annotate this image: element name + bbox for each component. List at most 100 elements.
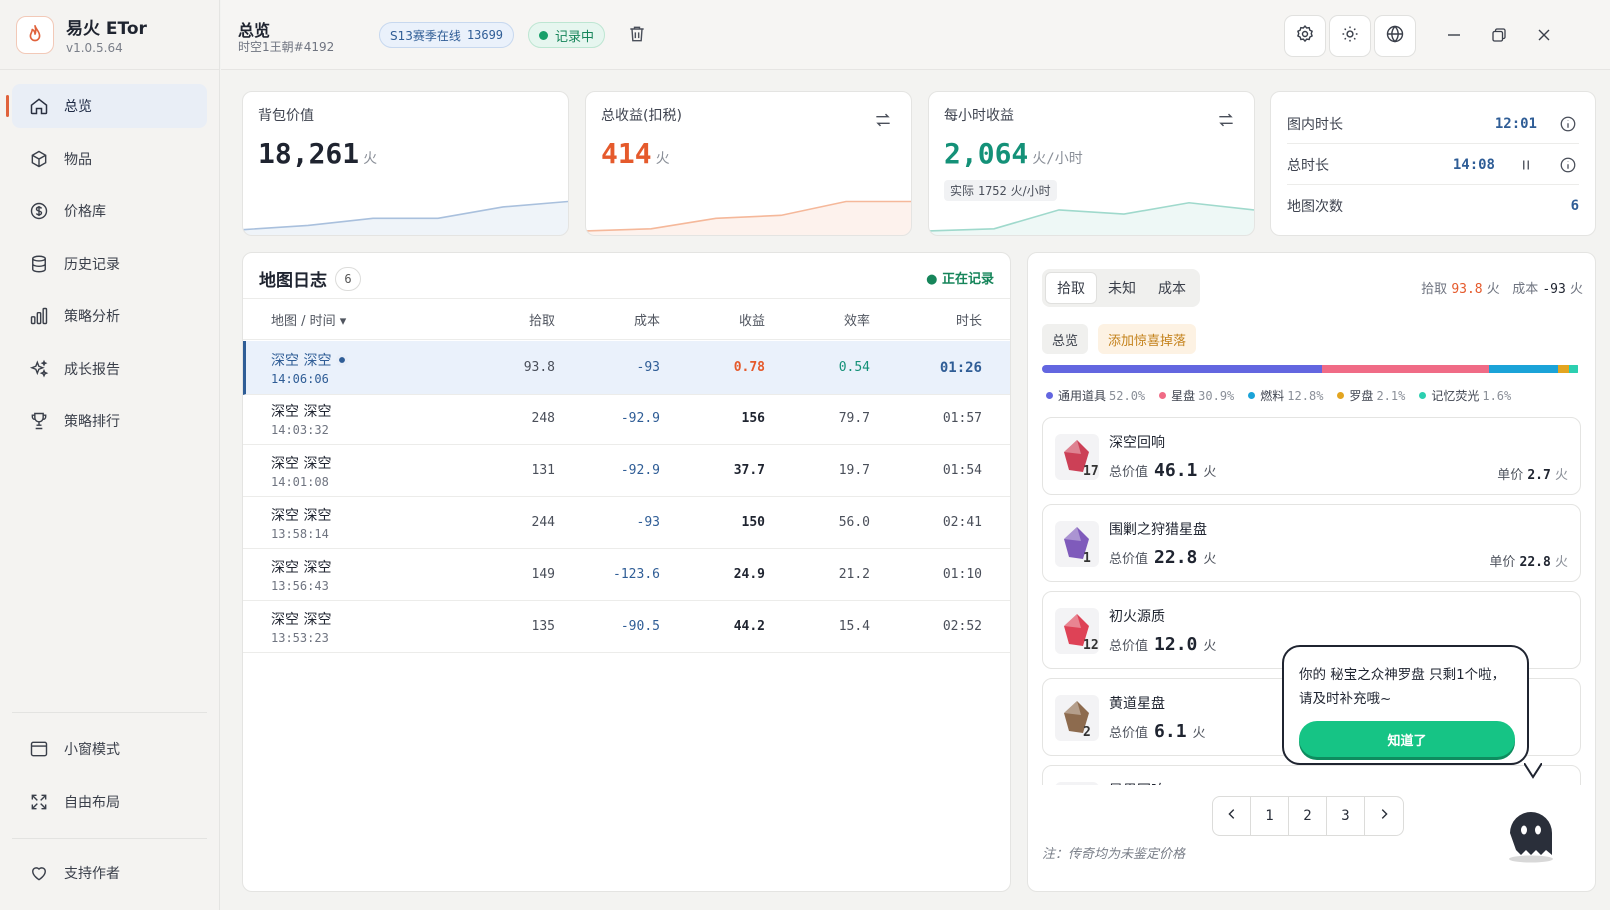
heart-icon (28, 862, 50, 884)
row-time: 14:06:06 (271, 371, 329, 386)
popup-message: 你的 秘宝之众神罗盘 只剩1个啦，请及时补充哦~ (1299, 667, 1506, 707)
sidebar-item-price-db[interactable]: 价格库 (12, 189, 207, 233)
item-unit-price: 单价 22.8 火 (1489, 555, 1568, 570)
category-share-bar (1042, 365, 1581, 373)
sidebar-item-label: 策略排行 (64, 414, 120, 430)
table-row[interactable]: 深空 深空 14:06:06 93.8 -93 0.78 0.54 01:26 (243, 341, 1010, 395)
live-recording-indicator: ● 正在记录 (926, 272, 994, 287)
sidebar-item-items[interactable]: 物品 (12, 137, 207, 181)
page-button[interactable]: 1 (1251, 797, 1289, 835)
item-name: 初火源质 (1109, 609, 1165, 625)
add-surprise-drop-button[interactable]: 添加惊喜掉落 (1098, 324, 1197, 354)
table-row[interactable]: 深空 深空 14:01:08 131 -92.9 37.7 19.7 01:54 (243, 445, 1010, 497)
recording-status-badge[interactable]: 记录中 (528, 22, 606, 48)
legend-dot-icon (1337, 392, 1345, 399)
legend-item: 通用道具 52.0% (1046, 387, 1145, 404)
info-icon[interactable] (1559, 156, 1579, 174)
overview-chip[interactable]: 总览 (1042, 324, 1089, 354)
table-row[interactable]: 深空 深空 13:56:43 149 -123.6 24.9 21.2 01:10 (243, 549, 1010, 601)
hourly-trend-sparkline (929, 201, 1254, 235)
column-header-duration[interactable]: 时长 (956, 299, 982, 339)
column-header-map-time[interactable]: 地图 / 时间 ▾ (271, 299, 346, 339)
ghost-mascot-icon[interactable] (1505, 805, 1557, 863)
info-icon[interactable] (1559, 115, 1579, 133)
swap-icon[interactable] (873, 110, 893, 130)
column-header-cost[interactable]: 成本 (634, 299, 660, 339)
minimize-icon[interactable] (1443, 24, 1465, 46)
table-row[interactable]: 深空 深空 14:03:32 248 -92.9 156 79.7 01:57 (243, 393, 1010, 445)
column-header-efficiency[interactable]: 效率 (844, 299, 870, 339)
item-image-icon (1055, 695, 1099, 741)
gear-icon (1295, 24, 1315, 48)
page-button[interactable]: 3 (1327, 797, 1365, 835)
close-icon[interactable] (1533, 24, 1555, 46)
drop-item-card[interactable]: 17 深空回响 总价值 46.1 火 单价 2.7 火 (1042, 417, 1581, 495)
table-row[interactable]: 深空 深空 13:53:23 135 -90.5 44.2 15.4 02:52 (243, 601, 1010, 653)
row-duration: 02:52 (942, 619, 982, 634)
chevron-left-icon (1225, 807, 1239, 825)
stat-row-map-time: 图内时长 12:01 (1287, 104, 1579, 144)
row-map-name: 深空 深空 (271, 350, 348, 370)
row-map-name: 深空 深空 (271, 611, 332, 628)
row-cost: -93 (636, 360, 660, 375)
sidebar-item-mini-window[interactable]: 小窗模式 (12, 727, 207, 771)
popup-acknowledge-button[interactable]: 知道了 (1299, 721, 1515, 757)
row-time: 13:58:14 (271, 526, 329, 541)
row-pick: 93.8 (523, 360, 555, 375)
sidebar-item-strategy[interactable]: 策略分析 (12, 294, 207, 338)
sidebar-item-label: 物品 (64, 151, 92, 168)
expand-icon (28, 791, 50, 813)
sidebar-item-label: 自由布局 (64, 794, 120, 811)
theme-toggle-button[interactable] (1329, 15, 1371, 57)
sidebar-item-overview[interactable]: 总览 (6, 84, 207, 128)
legend-item: 星盘 30.9% (1159, 387, 1234, 404)
hourly-income-value: 2,064 火/小时 (944, 137, 1083, 170)
flame-logo-icon (16, 15, 54, 54)
column-header-profit[interactable]: 收益 (739, 299, 765, 339)
time-stats-card: 图内时长 12:01 总时长 14:08 地图次数 6 (1270, 91, 1596, 236)
sidebar-nav: 总览 物品 价格库 历史记录 策略分析 成长报告 策略排行 (0, 70, 219, 443)
item-image-icon (1055, 782, 1099, 785)
table-row[interactable]: 深空 深空 13:58:14 244 -93 150 56.0 02:41 (243, 497, 1010, 549)
tab-pickup[interactable]: 拾取 (1045, 272, 1097, 304)
sidebar-item-growth[interactable]: 成长报告 (12, 347, 207, 391)
settings-button[interactable] (1284, 15, 1326, 57)
row-efficiency: 15.4 (838, 619, 870, 634)
tab-cost[interactable]: 成本 (1147, 272, 1197, 304)
stat-row-map-count: 地图次数 6 (1287, 198, 1579, 215)
drop-item-card[interactable]: 1 围剿之狩猎星盘 总价值 22.8 火 单价 22.8 火 (1042, 504, 1581, 582)
drop-item-card[interactable]: 异界回响 (1042, 765, 1581, 785)
row-cost: -92.9 (620, 463, 660, 478)
sidebar-item-ranking[interactable]: 策略排行 (12, 399, 207, 443)
map-time-value: 12:01 (1494, 115, 1537, 132)
price-note: 注：传奇均为未鉴定价格 (1042, 847, 1186, 862)
window-icon (28, 738, 50, 760)
pagination: 1 2 3 (1212, 796, 1404, 836)
language-button[interactable] (1374, 15, 1416, 57)
pause-icon[interactable] (1517, 156, 1537, 174)
row-efficiency: 79.7 (838, 411, 870, 426)
swap-icon[interactable] (1216, 110, 1236, 130)
sidebar-item-history[interactable]: 历史记录 (12, 242, 207, 286)
row-efficiency: 21.2 (838, 567, 870, 582)
sidebar-item-label: 历史记录 (64, 256, 120, 273)
row-cost: -93 (636, 515, 660, 530)
item-quantity: 1 (1083, 551, 1091, 566)
item-unit-price: 单价 2.7 火 (1497, 468, 1568, 483)
tab-unknown[interactable]: 未知 (1097, 272, 1147, 304)
sidebar-bottom: 小窗模式 自由布局 (12, 712, 207, 832)
item-name: 黄道星盘 (1109, 696, 1165, 712)
next-page-button[interactable] (1365, 797, 1403, 835)
item-quantity: 12 (1083, 638, 1099, 653)
trash-icon[interactable] (627, 24, 649, 46)
sidebar-item-free-layout[interactable]: 自由布局 (12, 780, 207, 824)
page-button[interactable]: 2 (1289, 797, 1327, 835)
restore-icon[interactable] (1488, 24, 1510, 46)
sidebar-item-label: 总览 (64, 99, 92, 115)
support-author-button[interactable]: 支持作者 (12, 851, 207, 895)
prev-page-button[interactable] (1213, 797, 1251, 835)
row-time: 14:03:32 (271, 422, 329, 437)
income-trend-sparkline (586, 200, 911, 235)
row-efficiency: 0.54 (838, 360, 870, 375)
column-header-pick[interactable]: 拾取 (529, 299, 555, 339)
